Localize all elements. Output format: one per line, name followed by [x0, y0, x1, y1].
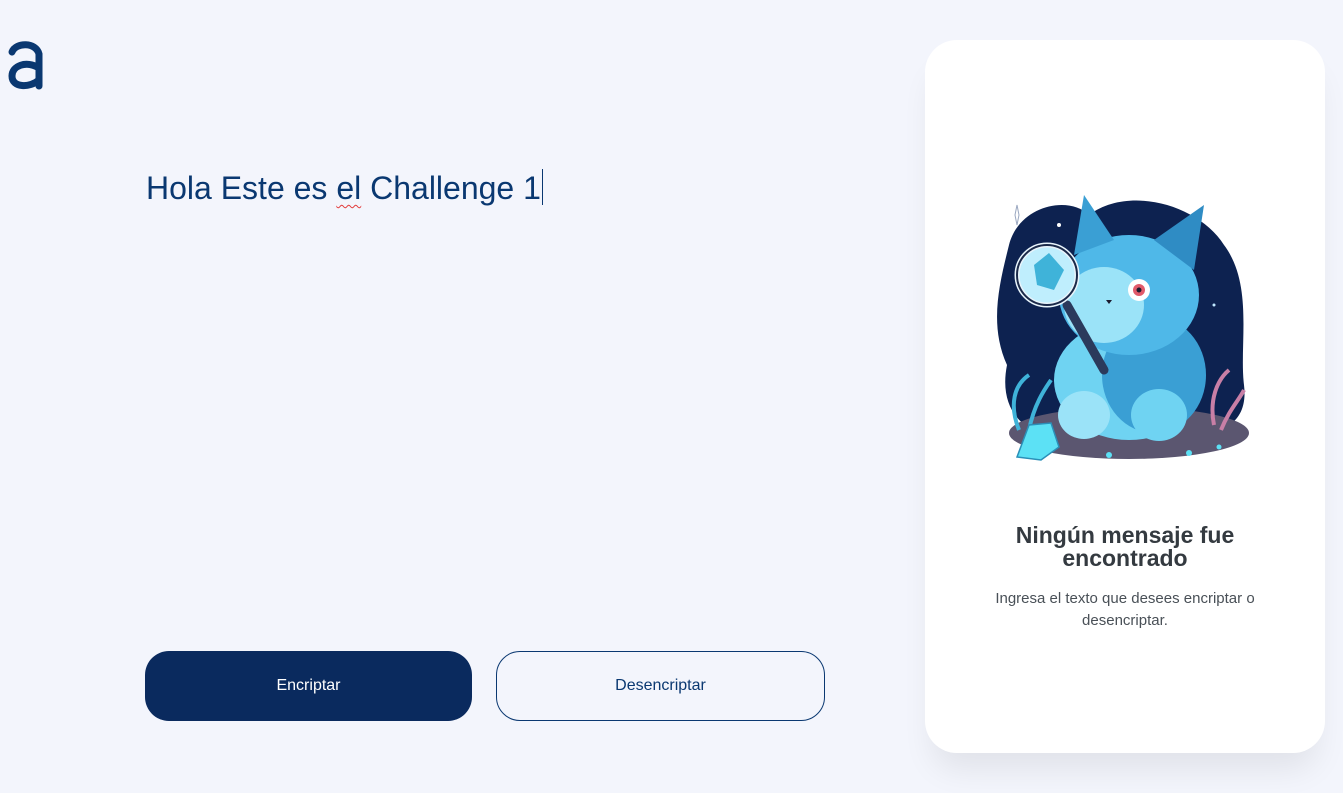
decrypt-button[interactable]: Desencriptar — [496, 651, 825, 721]
encrypt-button-label: Encriptar — [276, 677, 341, 694]
text-caret — [541, 169, 544, 205]
alura-logo-icon[interactable] — [6, 38, 46, 92]
no-message-description: Ingresa el texto que desees encriptar o … — [995, 590, 1255, 629]
result-panel: Ningún mensaje fue encontrado Ingresa el… — [925, 40, 1325, 753]
encrypt-button[interactable]: Encriptar — [145, 651, 472, 721]
cat-magnifier-illustration — [989, 185, 1253, 465]
spellcheck-marked-word: el — [336, 170, 362, 206]
decrypt-button-label: Desencriptar — [615, 677, 706, 694]
textarea-text-part: Challenge 1 — [361, 170, 541, 206]
textarea-text-part: Hola Este es — [146, 170, 337, 206]
message-textarea[interactable]: Hola Este es el Challenge 1 — [146, 166, 866, 606]
no-message-title: Ningún mensaje fue encontrado — [1015, 522, 1235, 571]
